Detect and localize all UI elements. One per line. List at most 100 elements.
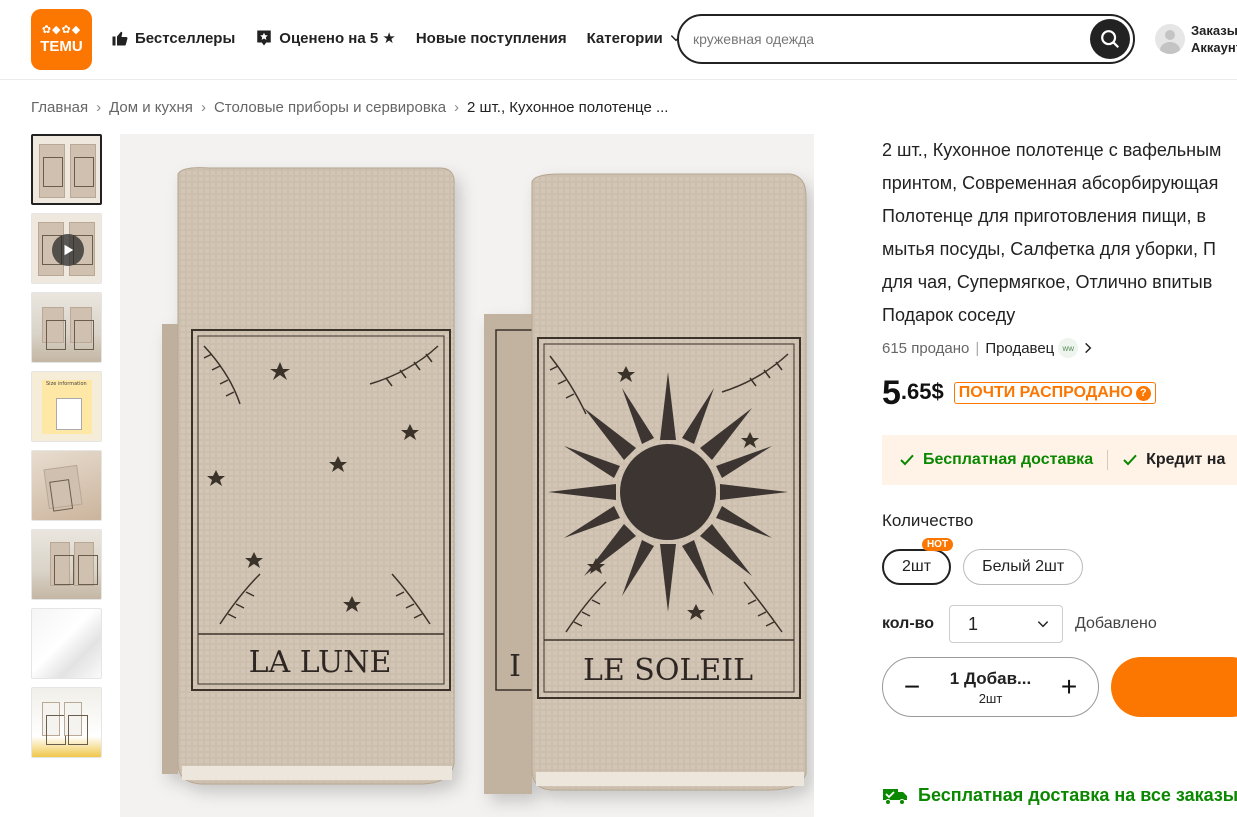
nav-categories[interactable]: Категории: [587, 30, 683, 47]
breadcrumb-current: 2 шт., Кухонное полотенце ...: [467, 99, 669, 116]
breadcrumb-separator: ›: [96, 99, 102, 116]
size-sheet: [42, 380, 92, 434]
nav-top-rated[interactable]: Оценено на 5 ★: [255, 29, 396, 47]
mini-towel: [42, 702, 66, 745]
mini-towel: [70, 144, 96, 198]
breadcrumb-home[interactable]: Главная: [31, 99, 88, 116]
mini-towel: [64, 702, 88, 745]
title-line: принтом, Современная абсорбирующая: [882, 173, 1219, 193]
quantity-stepper: − 1 Добав... 2шт +: [882, 657, 1099, 717]
search-input[interactable]: [693, 27, 1073, 51]
free-shipping-item: Бесплатная доставка: [899, 451, 1093, 469]
title-line: 2 шт., Кухонное полотенце с вафельным: [882, 140, 1222, 160]
chevron-down-icon: [1037, 621, 1049, 628]
free-shipping-label: Бесплатная доставка: [923, 451, 1094, 468]
nav-bestsellers[interactable]: Бестселлеры: [111, 29, 235, 47]
quantity-value: 1: [968, 613, 979, 634]
breadcrumb-separator: ›: [200, 99, 206, 116]
thumbnail-video[interactable]: [31, 213, 102, 284]
account-text: Заказы Аккаунт: [1191, 22, 1237, 56]
rated-badge-icon: [257, 30, 272, 46]
thumbs-up-icon: [112, 31, 128, 46]
shipping-banner[interactable]: Бесплатная доставка Кредит на: [882, 435, 1237, 485]
variant-options: 2шт HOT Белый 2шт: [882, 538, 1237, 585]
breadcrumb-tableware[interactable]: Столовые приборы и сервировка: [214, 99, 446, 116]
count-row: кол-во 1 Добавлено: [882, 605, 1237, 643]
almost-sold-out-badge[interactable]: ПОЧТИ РАСПРОДАНО ?: [953, 382, 1156, 404]
towel-right-text: LE SOLEIL: [583, 653, 753, 688]
option-white-2pcs[interactable]: Белый 2шт: [963, 549, 1084, 585]
meta-divider: |: [975, 339, 980, 357]
thumbnail-sunflower[interactable]: [31, 687, 102, 758]
quantity-title: Количество: [882, 511, 974, 530]
orders-label: Заказы: [1191, 23, 1237, 38]
quantity-select[interactable]: 1: [949, 605, 1063, 643]
breadcrumb-home-kitchen[interactable]: Дом и кухня: [109, 99, 193, 116]
title-line: Полотенце для приготовления пищи, в: [882, 206, 1207, 226]
thumbnail-list: Size information: [31, 134, 102, 766]
product-title: 2 шт., Кухонное полотенце с вафельным пр…: [882, 134, 1237, 332]
account-label: Аккаунт: [1191, 40, 1237, 55]
sun-icon: [548, 372, 788, 612]
main-product-image[interactable]: LA LUNE LE SOLEIL I: [120, 134, 814, 817]
nav-new-arrivals-label: Новые поступления: [415, 29, 567, 47]
nav-categories-label: Категории: [586, 29, 663, 47]
count-label: кол-во: [882, 615, 935, 632]
chevron-right-icon: [1085, 342, 1092, 354]
title-line: для чая, Супермягкое, Отлично впитыв: [882, 272, 1213, 292]
title-line: мытья посуды, Салфетка для уборки, П: [882, 239, 1216, 259]
breadcrumb-separator: ›: [454, 99, 460, 116]
logo-glyphs: ✿◆✿◆: [41, 23, 82, 36]
added-status: Добавлено: [1075, 615, 1157, 632]
mini-towel: [39, 144, 65, 198]
breadcrumb: Главная › Дом и кухня › Столовые приборы…: [31, 99, 668, 116]
stepper-sub-text: 2шт: [978, 690, 1003, 706]
product-meta: 615 продано | Продавец ww: [882, 338, 1237, 358]
check-icon: [1123, 454, 1137, 466]
title-line: Подарок соседу: [882, 305, 1016, 325]
search-bar: [677, 14, 1135, 64]
price-integer: 5: [882, 374, 901, 412]
option-label: 2шт: [902, 558, 932, 575]
credit-label: Кредит на: [1146, 451, 1226, 468]
nav-top-rated-label: Оценено на 5 ★: [279, 30, 396, 47]
seller-link[interactable]: Продавец ww: [985, 338, 1095, 358]
nav-new-arrivals[interactable]: Новые поступления: [416, 30, 567, 47]
thumbnail-stack[interactable]: [31, 450, 102, 521]
increment-button[interactable]: +: [1058, 673, 1080, 701]
stepper-main-text: 1 Добав...: [949, 668, 1032, 688]
stepper-center: 1 Добав... 2шт: [950, 669, 1031, 706]
thumbnail-towels[interactable]: [31, 134, 102, 205]
hot-badge: HOT: [921, 538, 954, 551]
seller-logo: ww: [1058, 338, 1079, 358]
search-button[interactable]: [1090, 19, 1130, 59]
shipping-divider: [1107, 450, 1109, 470]
towel-left: LA LUNE: [162, 167, 455, 785]
seller-label: Продавец: [985, 339, 1055, 357]
account-menu[interactable]: Заказы Аккаунт: [1155, 22, 1237, 56]
option-2pcs[interactable]: 2шт HOT: [882, 538, 954, 585]
price-row: 5 .65$ ПОЧТИ РАСПРОДАНО ?: [882, 374, 1237, 412]
mini-towel: [70, 307, 94, 350]
towel-right: LE SOLEIL I: [484, 173, 807, 794]
header: ✿◆✿◆ TEMU Бестселлеры Оценено на 5 ★ Нов…: [0, 0, 1237, 80]
product-photo: LA LUNE LE SOLEIL I: [162, 167, 807, 794]
check-icon: [900, 454, 914, 466]
thumbnail-size-info[interactable]: Size information: [31, 371, 102, 442]
credit-item: Кредит на: [1122, 451, 1225, 469]
option-label: Белый 2шт: [982, 558, 1065, 575]
temu-logo[interactable]: ✿◆✿◆ TEMU: [31, 9, 92, 70]
thumbnail-white-fabric[interactable]: [31, 608, 102, 679]
cart-row: − 1 Добав... 2шт +: [882, 657, 1237, 717]
logo-word: TEMU: [40, 38, 83, 55]
thumbnail-kitchen[interactable]: [31, 529, 102, 600]
help-icon: ?: [1135, 385, 1151, 401]
decrement-button[interactable]: −: [901, 673, 923, 701]
badge-text: ПОЧТИ РАСПРОДАНО: [958, 384, 1133, 401]
main-nav: Бестселлеры Оценено на 5 ★ Новые поступл…: [111, 29, 703, 47]
thumbnail-room[interactable]: [31, 292, 102, 363]
towel-left-text: LA LUNE: [249, 645, 392, 680]
search-icon: [1101, 30, 1120, 49]
add-to-cart-button[interactable]: [1111, 657, 1237, 717]
free-shipping-all-label: Бесплатная доставка на все заказы: [918, 785, 1237, 805]
